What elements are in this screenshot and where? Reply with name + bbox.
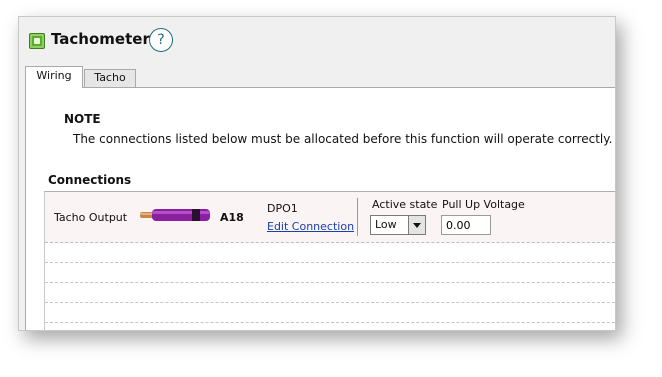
tachometer-window: Tachometer ? Wiring Tacho NOTE The conne…: [18, 16, 616, 331]
connection-name: Tacho Output: [54, 211, 128, 224]
empty-connection-row: [45, 283, 615, 303]
column-divider: [357, 198, 358, 236]
window-title: Tachometer: [51, 30, 150, 48]
pullup-voltage-input[interactable]: [441, 215, 491, 235]
purple-wire-icon: [140, 209, 210, 221]
wiring-panel: NOTE The connections listed below must b…: [25, 87, 615, 330]
note-title: NOTE: [64, 112, 101, 126]
connections-heading: Connections: [48, 173, 132, 187]
channel-label: DPO1: [267, 202, 298, 215]
edit-connection-link[interactable]: Edit Connection: [267, 220, 354, 233]
help-icon[interactable]: ?: [149, 28, 173, 52]
empty-connection-row: [45, 243, 615, 263]
empty-connection-row: [45, 263, 615, 283]
empty-connection-row: [45, 303, 615, 323]
title-bar: Tachometer ?: [19, 17, 615, 65]
active-state-label: Active state: [372, 198, 438, 211]
pullup-voltage-label: Pull Up Voltage: [442, 198, 525, 211]
connections-grid: Tacho Output A18 DPO1 Edit Connection Ac…: [44, 191, 615, 330]
pin-label: A18: [220, 211, 244, 224]
note-text: The connections listed below must be all…: [73, 132, 613, 146]
chevron-down-icon[interactable]: [408, 216, 425, 234]
active-state-select[interactable]: Low: [370, 215, 426, 235]
active-state-value: Low: [375, 218, 397, 231]
tab-wiring[interactable]: Wiring: [25, 66, 83, 88]
tab-tacho[interactable]: Tacho: [84, 69, 136, 87]
connection-row: Tacho Output A18 DPO1 Edit Connection Ac…: [45, 192, 615, 243]
tachometer-app-icon: [29, 33, 45, 49]
